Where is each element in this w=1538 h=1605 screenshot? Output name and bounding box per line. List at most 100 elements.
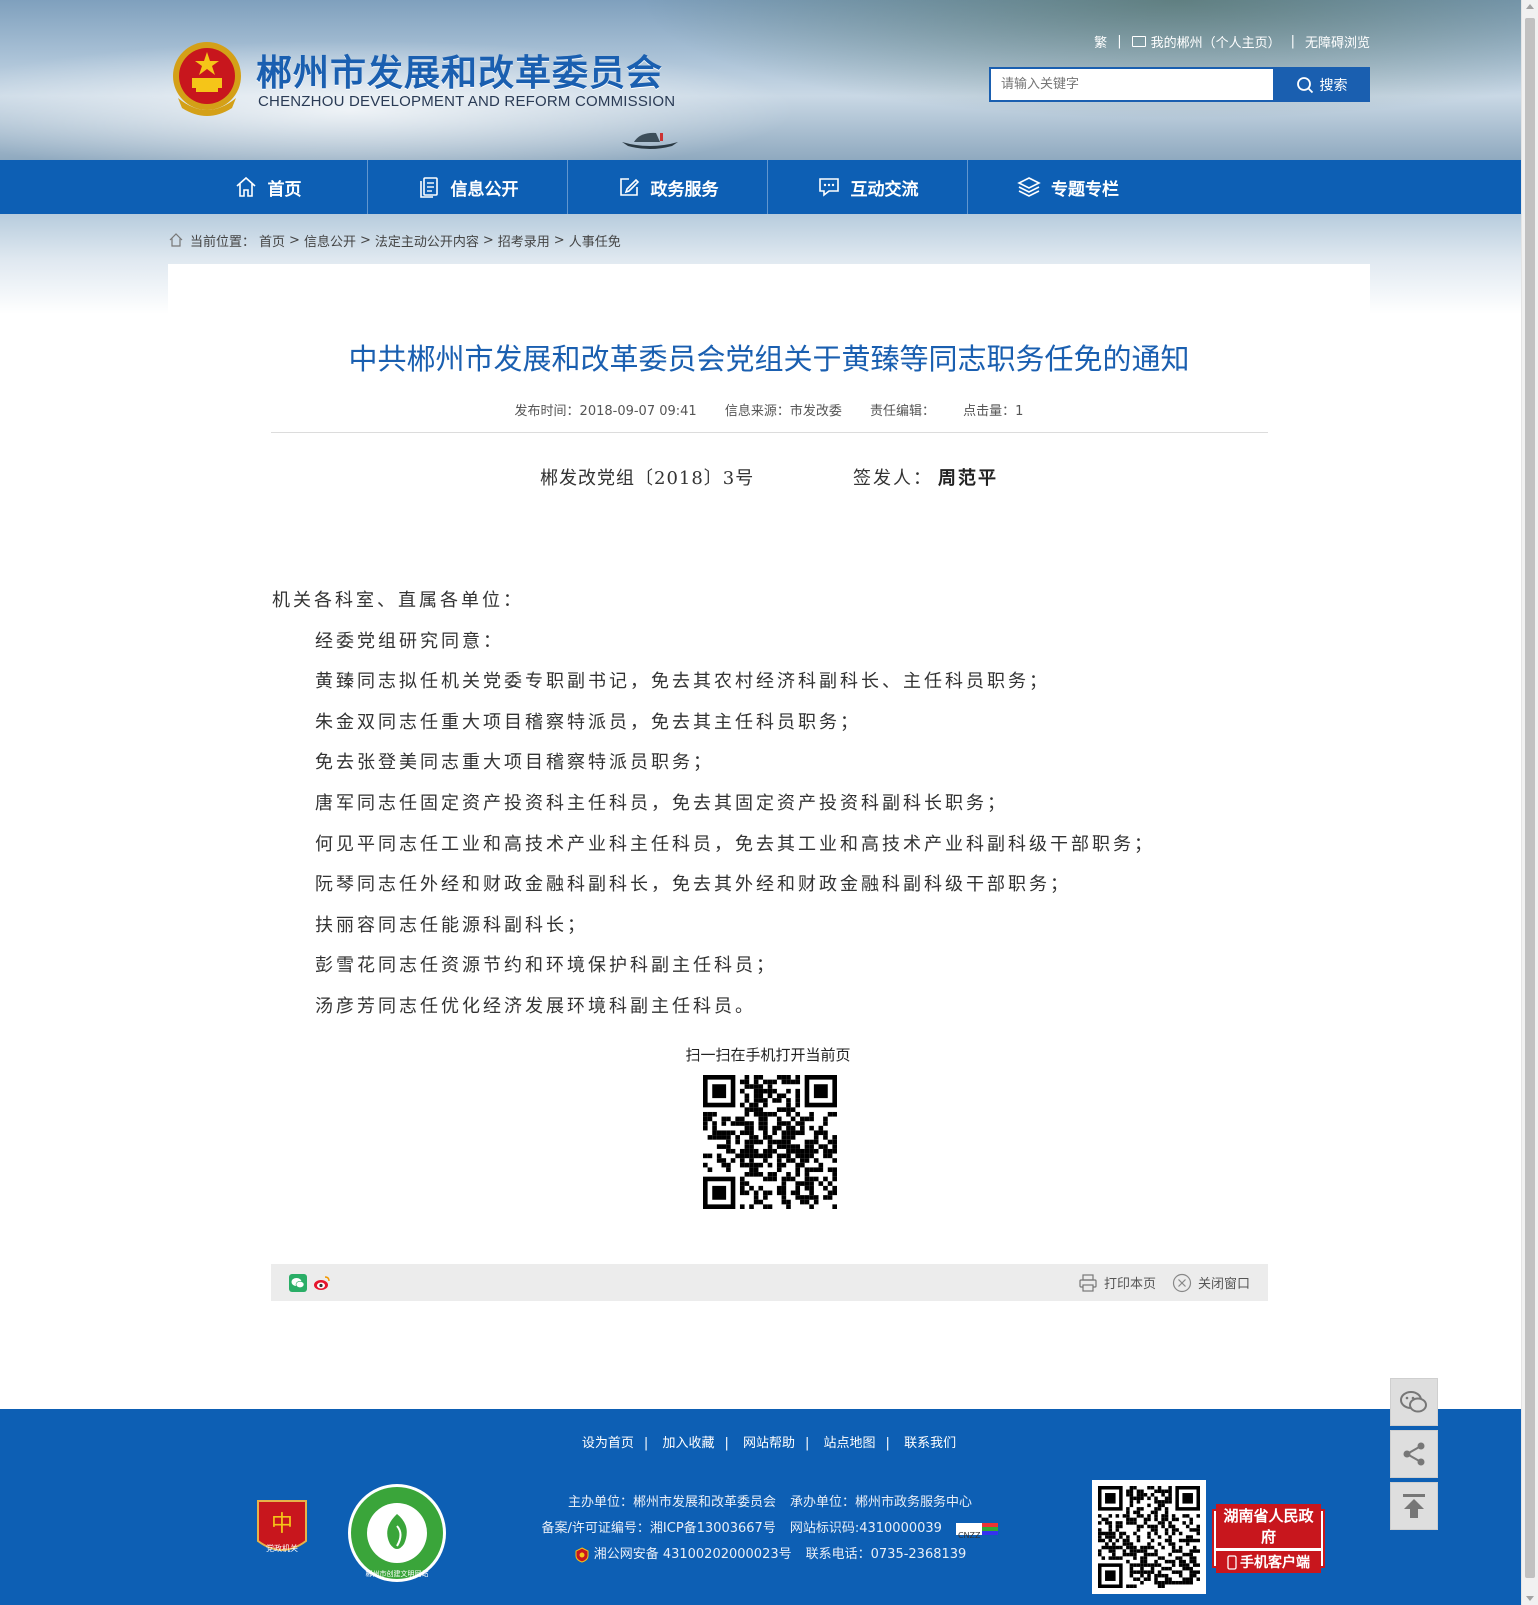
footer-links-separator: | bbox=[724, 1436, 729, 1451]
footer-info: 主办单位：郴州市发展和改革委员会 承办单位：郴州市政务服务中心 备案/许可证编号… bbox=[500, 1490, 1040, 1568]
footer-icp[interactable]: 备案/许可证编号：湘ICP备13003667号 bbox=[542, 1516, 776, 1542]
traditional-chinese-link[interactable]: 繁 bbox=[1094, 32, 1107, 51]
footer-link-help[interactable]: 网站帮助 bbox=[743, 1436, 795, 1451]
article-toolbar: 打印本页 关闭窗口 bbox=[271, 1264, 1268, 1301]
back-to-top-button[interactable] bbox=[1390, 1482, 1438, 1530]
scroll-down-arrow[interactable] bbox=[1526, 1596, 1534, 1601]
nav-item-interaction[interactable]: 互动交流 bbox=[768, 160, 968, 214]
footer-link-add-favorite[interactable]: 加入收藏 bbox=[662, 1436, 714, 1451]
site-title: 郴州市发展和改革委员会 bbox=[256, 53, 664, 94]
footer-link-set-home[interactable]: 设为首页 bbox=[582, 1436, 634, 1451]
footer-police-text: 湘公网安备 43100202000023号 bbox=[593, 1547, 792, 1562]
footer-organizer: 承办单位：郴州市政务服务中心 bbox=[790, 1495, 973, 1510]
close-icon bbox=[1172, 1273, 1192, 1292]
paragraph: 机关各科室、直属各单位： bbox=[272, 590, 524, 611]
mobile-phone-icon bbox=[1227, 1554, 1237, 1570]
paragraph: 阮琴同志任外经和财政金融科副科长，免去其外经和财政金融科副科级干部职务； bbox=[315, 874, 1071, 896]
edit-icon bbox=[619, 178, 639, 196]
footer-police-record[interactable]: 湘公网安备 43100202000023号 bbox=[574, 1542, 792, 1568]
print-label: 打印本页 bbox=[1103, 1277, 1156, 1292]
layers-icon bbox=[1017, 177, 1041, 197]
gov-app-subtitle-row: 手机客户端 bbox=[1216, 1551, 1321, 1573]
breadcrumb: 当前位置： 首页 > 信息公开 > 法定主动公开内容 > 招考录用 > 人事任免 bbox=[168, 230, 625, 250]
paragraph: 何见平同志任工业和高技术产业科主任科员，免去其工业和高技术产业科副科级干部职务； bbox=[315, 833, 1155, 855]
footer-links: 设为首页 | 加入收藏 | 网站帮助 | 站点地图 | 联系我们 bbox=[0, 1432, 1538, 1451]
signer-label: 签发人： bbox=[853, 468, 933, 489]
editor: 责任编辑： bbox=[870, 404, 936, 419]
printer-icon bbox=[1079, 1273, 1097, 1292]
close-window-button[interactable]: 关闭窗口 bbox=[1172, 1273, 1250, 1293]
breadcrumb-separator: > bbox=[482, 232, 494, 248]
side-wechat-button[interactable] bbox=[1390, 1378, 1438, 1426]
page-qr-code bbox=[703, 1075, 837, 1209]
cnzz-badge[interactable]: CNZZ bbox=[955, 1523, 999, 1540]
footer-links-separator: | bbox=[885, 1436, 890, 1451]
side-share-button[interactable] bbox=[1390, 1430, 1438, 1478]
my-chenzhou-link[interactable]: 我的郴州（个人主页） bbox=[1151, 32, 1281, 51]
chat-icon bbox=[818, 178, 839, 197]
top-links: 繁 | 我的郴州（个人主页） | 无障碍浏览 bbox=[1094, 32, 1370, 51]
side-float-bar bbox=[1390, 1378, 1438, 1534]
nav-item-label: 首页 bbox=[267, 179, 302, 200]
party-gov-badge[interactable]: 中 党政机关 bbox=[254, 1497, 310, 1561]
paragraph: 汤彦芳同志任优化经济发展环境科副主任科员。 bbox=[315, 995, 756, 1017]
print-button[interactable]: 打印本页 bbox=[1078, 1273, 1156, 1293]
footer-link-sitemap[interactable]: 站点地图 bbox=[824, 1436, 876, 1451]
breadcrumb-item[interactable]: 首页 bbox=[259, 231, 285, 250]
publish-time: 发布时间：2018-09-07 09:41 bbox=[514, 404, 697, 419]
paragraph: 免去张登美同志重大项目稽察特派员职务； bbox=[315, 752, 714, 774]
top-links-separator: | bbox=[1117, 34, 1122, 49]
accessibility-link[interactable]: 无障碍浏览 bbox=[1305, 32, 1370, 51]
document-number: 郴发改党组〔2018〕3号 bbox=[540, 468, 755, 489]
gov-app-title: 湖南省人民政府 bbox=[1216, 1504, 1321, 1548]
site-subtitle: CHENZHOU DEVELOPMENT AND REFORM COMMISSI… bbox=[258, 93, 676, 110]
nav-item-home[interactable]: 首页 bbox=[168, 160, 368, 214]
hit-count: 点击量：1 bbox=[963, 404, 1024, 419]
footer-link-contact[interactable]: 联系我们 bbox=[904, 1436, 956, 1451]
close-label: 关闭窗口 bbox=[1197, 1277, 1250, 1292]
wechat-share-icon[interactable] bbox=[289, 1273, 307, 1292]
breadcrumb-item[interactable]: 人事任免 bbox=[569, 231, 621, 250]
toolbar-actions: 打印本页 关闭窗口 bbox=[1078, 1273, 1250, 1293]
title-divider bbox=[271, 432, 1268, 433]
home-icon bbox=[235, 176, 256, 197]
paragraph: 黄臻同志拟任机关党委专职副书记，免去其农村经济科副科长、主任科员职务； bbox=[315, 671, 1050, 693]
weibo-share-icon[interactable] bbox=[313, 1274, 331, 1292]
search-icon bbox=[1296, 76, 1313, 93]
main-nav: 首页 信息公开 政务服务 互动交流 专题专栏 bbox=[0, 160, 1538, 214]
footer-qr-box bbox=[1092, 1480, 1206, 1594]
nav-item-gov-services[interactable]: 政务服务 bbox=[568, 160, 768, 214]
nav-item-label: 专题专栏 bbox=[1051, 179, 1119, 200]
info-source: 信息来源：市发改委 bbox=[724, 404, 842, 419]
scrollbar-thumb[interactable] bbox=[1525, 18, 1535, 1578]
footer-sponsor: 主办单位：郴州市发展和改革委员会 bbox=[567, 1495, 776, 1510]
search-input[interactable] bbox=[989, 67, 1273, 102]
breadcrumb-item[interactable]: 信息公开 bbox=[304, 231, 356, 250]
boat-icon bbox=[622, 132, 678, 149]
breadcrumb-item[interactable]: 招考录用 bbox=[498, 231, 550, 250]
footer-site-id: 网站标识码:4310000039 bbox=[789, 1521, 942, 1536]
home-icon bbox=[169, 233, 183, 247]
nav-item-info-disclosure[interactable]: 信息公开 bbox=[368, 160, 568, 214]
svg-text:中: 中 bbox=[271, 1512, 293, 1537]
footer-links-separator: | bbox=[805, 1436, 810, 1451]
footer-links-separator: | bbox=[643, 1436, 649, 1451]
top-links-separator: | bbox=[1290, 34, 1295, 49]
cnzz-stripe bbox=[982, 1523, 999, 1535]
breadcrumb-item[interactable]: 法定主动公开内容 bbox=[375, 231, 479, 250]
nav-item-special-topics[interactable]: 专题专栏 bbox=[968, 160, 1168, 214]
scroll-up-arrow[interactable] bbox=[1526, 4, 1534, 9]
page-scrollbar[interactable] bbox=[1521, 0, 1538, 1605]
document-icon bbox=[419, 177, 438, 198]
civilized-website-badge[interactable]: 郴州市创建文明网站 bbox=[346, 1482, 448, 1584]
search-button[interactable]: 搜索 bbox=[1273, 67, 1370, 102]
breadcrumb-label: 当前位置： bbox=[190, 234, 256, 250]
share-icons bbox=[289, 1273, 331, 1292]
badge1-text: 党政机关 bbox=[266, 1543, 298, 1553]
national-emblem-icon bbox=[173, 42, 241, 116]
hunan-gov-app-link[interactable]: 湖南省人民政府 手机客户端 bbox=[1212, 1504, 1325, 1573]
search-button-label: 搜索 bbox=[1319, 77, 1348, 94]
footer-qr-code bbox=[1098, 1486, 1200, 1588]
paragraph: 唐军同志任固定资产投资科主任科员，免去其固定资产投资科副科长职务； bbox=[315, 792, 1008, 814]
paragraph: 朱金双同志任重大项目稽察特派员，免去其主任科员职务； bbox=[315, 711, 861, 733]
